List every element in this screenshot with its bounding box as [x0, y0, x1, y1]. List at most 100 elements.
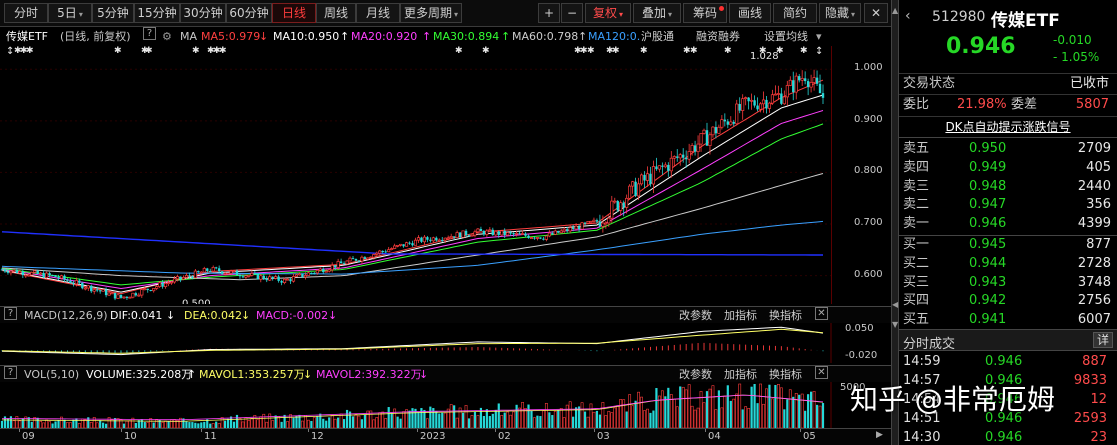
candle-body[interactable] [678, 154, 682, 159]
candle-body[interactable] [42, 272, 45, 278]
period-5-button[interactable]: 60分钟 [226, 3, 272, 23]
candle-body[interactable] [476, 228, 480, 233]
candle-body[interactable] [815, 77, 819, 84]
candle-body[interactable] [681, 154, 685, 158]
candle-body[interactable] [711, 126, 715, 136]
candle-body[interactable] [631, 181, 635, 187]
candle-body[interactable] [696, 143, 700, 153]
ask-row[interactable]: 卖四 0.949 405 [899, 159, 1117, 178]
candle-body[interactable] [247, 275, 251, 277]
bid-row[interactable]: 买三 0.943 3748 [899, 274, 1117, 293]
candle-body[interactable] [651, 166, 655, 185]
candle-body[interactable] [271, 276, 274, 279]
candle-body[interactable] [30, 272, 34, 276]
candle-body[interactable] [152, 288, 156, 292]
candle-body[interactable] [101, 289, 105, 292]
candle-body[interactable] [175, 276, 180, 280]
candle-body[interactable] [708, 134, 712, 146]
candle-body[interactable] [250, 273, 254, 276]
candle-body[interactable] [256, 273, 260, 280]
candle-body[interactable] [211, 267, 215, 272]
candle-body[interactable] [637, 183, 641, 197]
candle-body[interactable] [741, 98, 745, 111]
candle-body[interactable] [107, 292, 111, 296]
candle-body[interactable] [259, 275, 263, 280]
candle-body[interactable] [348, 257, 352, 262]
ticks-detail-button[interactable]: 详 [1093, 332, 1113, 348]
candle-body[interactable] [36, 270, 39, 274]
candle-body[interactable] [533, 237, 536, 239]
signal-link[interactable]: DK点自动提示涨跌信号 [899, 117, 1117, 137]
candle-body[interactable] [360, 256, 364, 262]
candle-body[interactable] [604, 222, 608, 225]
candle-body[interactable] [702, 129, 706, 134]
candle-body[interactable] [488, 229, 492, 232]
candle-body[interactable] [557, 230, 560, 233]
candle-body[interactable] [622, 202, 625, 208]
candle-body[interactable] [18, 271, 22, 274]
candle-body[interactable] [643, 174, 646, 181]
candle-body[interactable] [244, 275, 248, 278]
candle-body[interactable] [767, 102, 772, 109]
candle-body[interactable] [785, 85, 789, 98]
candle-body[interactable] [551, 233, 554, 235]
candle-body[interactable] [27, 274, 31, 277]
candle-body[interactable] [387, 249, 391, 253]
add-indicator-button[interactable]: 加指标 [724, 307, 757, 324]
candle-body[interactable] [69, 280, 72, 284]
candle-body[interactable] [54, 275, 57, 277]
candle-body[interactable] [164, 283, 168, 288]
add-indicator-button[interactable]: 加指标 [724, 366, 757, 383]
candle-body[interactable] [553, 230, 557, 235]
period-2-button[interactable]: 5分钟 [92, 3, 134, 23]
period-3-button[interactable]: 15分钟 [134, 3, 180, 23]
candle-body[interactable] [149, 290, 152, 292]
candle-body[interactable] [193, 270, 197, 279]
candle-body[interactable] [98, 290, 102, 292]
candle-body[interactable] [294, 274, 299, 277]
candle-body[interactable] [310, 272, 313, 274]
candle-body[interactable] [610, 200, 614, 219]
candle-body[interactable] [574, 225, 578, 230]
candle-body[interactable] [559, 230, 563, 234]
candle-body[interactable] [363, 257, 367, 260]
candle-body[interactable] [283, 278, 287, 284]
candle-body[interactable] [619, 202, 623, 211]
ask-row[interactable]: 卖三 0.948 2440 [899, 178, 1117, 197]
overlay-button[interactable]: 叠加 ▾ [633, 3, 681, 23]
candle-body[interactable] [286, 278, 290, 281]
candle-body[interactable] [280, 280, 283, 283]
candle-body[interactable] [562, 228, 566, 232]
candle-body[interactable] [571, 227, 575, 229]
candle-body[interactable] [690, 145, 694, 152]
candle-body[interactable] [750, 99, 754, 102]
candle-body[interactable] [253, 273, 257, 275]
candle-body[interactable] [473, 231, 477, 236]
candle-body[interactable] [494, 230, 498, 236]
candle-body[interactable] [586, 221, 590, 224]
candle-body[interactable] [628, 185, 632, 199]
candle-body[interactable] [232, 270, 236, 272]
candle-body[interactable] [676, 156, 679, 158]
candle-body[interactable] [57, 276, 60, 279]
candle-body[interactable] [426, 237, 429, 240]
candle-body[interactable] [788, 79, 792, 86]
candle-body[interactable] [803, 78, 807, 82]
candle-body[interactable] [315, 270, 319, 274]
candle-body[interactable] [179, 276, 182, 280]
candle-body[interactable] [277, 276, 280, 281]
candle-body[interactable] [354, 258, 358, 261]
candle-body[interactable] [223, 272, 227, 275]
candle-body[interactable] [485, 230, 489, 235]
candle-body[interactable] [199, 271, 203, 274]
period-9-button[interactable]: 更多周期 ▾ [400, 3, 462, 23]
candle-body[interactable] [780, 93, 783, 104]
chips-button[interactable]: 筹码 [683, 3, 727, 23]
candle-body[interactable] [583, 222, 587, 224]
candle-body[interactable] [143, 288, 147, 291]
candle-body[interactable] [482, 230, 486, 235]
candle-body[interactable] [291, 276, 296, 282]
candle-body[interactable] [467, 235, 471, 237]
candle-body[interactable] [6, 271, 10, 273]
candle-body[interactable] [770, 94, 774, 104]
